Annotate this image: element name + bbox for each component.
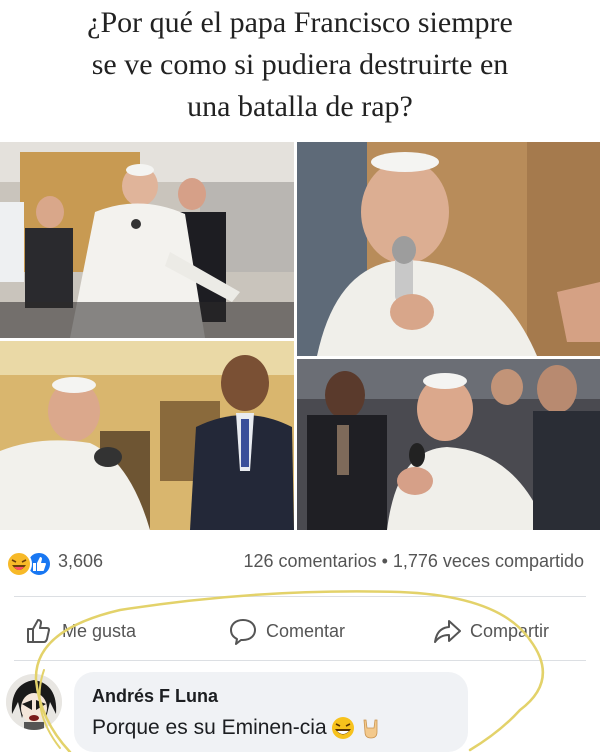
comment-item: Andrés F Luna Porque es su Eminen-cia (0, 668, 600, 752)
divider-top (14, 596, 586, 597)
reactions-icons[interactable] (6, 551, 54, 577)
comment-text-line: Porque es su Eminen-cia (92, 716, 383, 740)
photo-pope-microphone[interactable] (297, 142, 600, 356)
post-headline: ¿Por qué el papa Francisco siempre se ve… (0, 0, 600, 140)
headline-line-2: se ve como si pudiera destruirte en (91, 48, 509, 81)
share-label: Compartir (470, 620, 550, 641)
photo-pope-airplane[interactable] (0, 142, 294, 338)
share-button[interactable]: Compartir (432, 616, 549, 646)
share-icon (434, 620, 461, 643)
comment-text: Porque es su Eminen-cia (92, 716, 327, 739)
photo-collage[interactable] (0, 142, 600, 530)
post-actions: Me gusta Comentar Compartir (0, 608, 600, 654)
like-label: Me gusta (62, 620, 137, 641)
haha-reaction-icon (6, 551, 32, 577)
headline-line-1: ¿Por qué el papa Francisco siempre (87, 6, 513, 39)
headline-line-3: una batalla de rap? (187, 90, 413, 123)
comment-label: Comentar (266, 620, 346, 641)
rock-hand-emoji-icon (363, 719, 378, 739)
comment-button[interactable]: Comentar (228, 616, 345, 646)
comment-icon (230, 619, 256, 645)
comment-author[interactable]: Andrés F Luna (92, 686, 218, 707)
photo-pope-with-obama[interactable] (0, 341, 294, 530)
avatar[interactable] (6, 674, 62, 730)
like-button[interactable]: Me gusta (24, 616, 136, 646)
photo-pope-crowd[interactable] (297, 359, 600, 530)
reactions-count[interactable]: 3,606 (58, 551, 103, 572)
post-stats: 3,606 126 comentarios • 1,776 veces comp… (0, 543, 600, 583)
thumbs-up-icon (27, 619, 50, 643)
comments-shares-count[interactable]: 126 comentarios • 1,776 veces compartido (244, 551, 585, 572)
divider-bottom (14, 660, 586, 661)
comment-bubble[interactable]: Andrés F Luna Porque es su Eminen-cia (74, 672, 468, 752)
laughing-emoji-icon (331, 717, 354, 739)
